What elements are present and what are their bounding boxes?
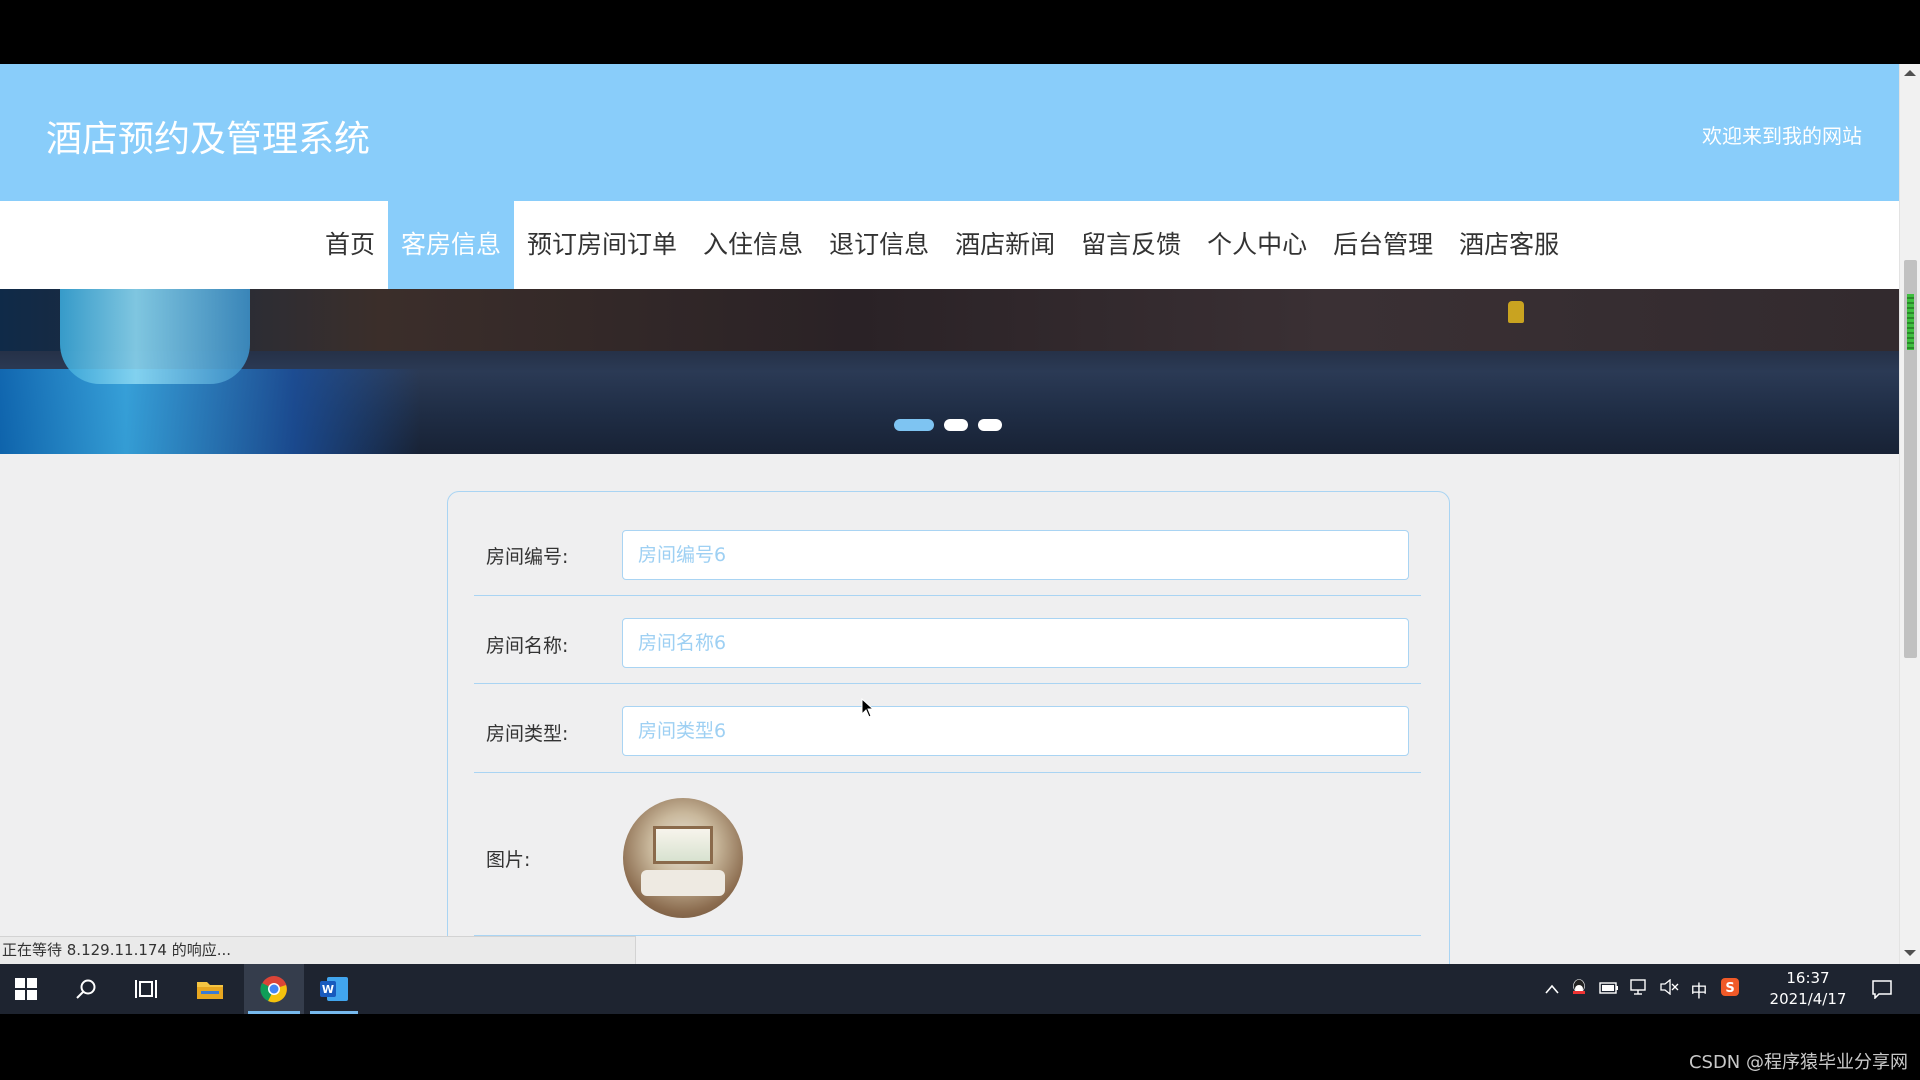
clock-date: 2021/4/17 — [1769, 990, 1847, 1008]
nav-item-feedback[interactable]: 留言反馈 — [1068, 201, 1194, 289]
scroll-marker — [1907, 294, 1914, 350]
watermark: CSDN @程序猿毕业分享网 — [1688, 1052, 1908, 1073]
nav-item-customer-service[interactable]: 酒店客服 — [1446, 201, 1572, 289]
carousel-dot-1[interactable] — [894, 419, 934, 431]
taskbar-clock[interactable]: 16:37 2021/4/17 — [1760, 968, 1856, 1010]
form-row-image: 图片: — [474, 773, 1421, 936]
nav-item-admin[interactable]: 后台管理 — [1320, 201, 1446, 289]
nav-item-home[interactable]: 首页 — [312, 201, 388, 289]
welcome-text: 欢迎来到我的网站 — [1702, 124, 1862, 148]
carousel-indicators — [894, 419, 1002, 431]
site-title: 酒店预约及管理系统 — [46, 119, 371, 160]
form-row-room-type: 房间类型: — [474, 684, 1421, 773]
banner-buoy — [1508, 301, 1524, 323]
mouse-cursor-icon — [861, 698, 875, 718]
room-number-input[interactable] — [622, 530, 1409, 580]
windows-start-icon[interactable] — [6, 964, 46, 1014]
nav-item-rooms[interactable]: 客房信息 — [388, 201, 515, 289]
chrome-icon[interactable] — [244, 964, 304, 1014]
room-detail-form: 房间编号: 房间名称: 房间类型: 图片: — [447, 491, 1450, 964]
browser-status-bar: 正在等待 8.129.11.174 的响应... — [0, 936, 636, 964]
room-type-input[interactable] — [622, 706, 1409, 756]
carousel-dot-3[interactable] — [978, 419, 1002, 431]
notification-center-icon[interactable] — [1862, 964, 1902, 1014]
browser-viewport: 酒店预约及管理系统 欢迎来到我的网站 首页 客房信息 预订房间订单 入住信息 退… — [0, 64, 1920, 964]
sogou-input-icon[interactable]: S — [1714, 977, 1746, 1002]
clock-time: 16:37 — [1786, 969, 1830, 987]
svg-text:S: S — [1725, 981, 1734, 996]
banner-riverbank — [0, 289, 1899, 351]
nav-item-booking-orders[interactable]: 预订房间订单 — [514, 201, 690, 289]
banner-carousel[interactable] — [0, 289, 1899, 454]
word-icon[interactable]: W — [306, 964, 362, 1014]
file-explorer-icon[interactable] — [186, 964, 234, 1014]
carousel-dot-2[interactable] — [944, 419, 968, 431]
room-type-label: 房间类型: — [486, 723, 569, 745]
form-row-room-name: 房间名称: — [474, 596, 1421, 684]
site-header: 酒店预约及管理系统 欢迎来到我的网站 — [0, 64, 1899, 201]
svg-text:W: W — [322, 983, 334, 996]
room-name-input[interactable] — [622, 618, 1409, 668]
nav-item-news[interactable]: 酒店新闻 — [942, 201, 1068, 289]
task-view-icon[interactable] — [126, 964, 166, 1014]
image-label: 图片: — [486, 849, 531, 871]
volume-muted-icon[interactable] — [1654, 978, 1684, 1000]
tray-expand-icon[interactable] — [1540, 979, 1564, 999]
screen: 酒店预约及管理系统 欢迎来到我的网站 首页 客房信息 预订房间订单 入住信息 退… — [0, 0, 1920, 1080]
system-tray: 中 S — [1540, 964, 1746, 1014]
network-icon[interactable] — [1624, 978, 1654, 1001]
form-row-room-number: 房间编号: — [474, 492, 1421, 596]
room-name-label: 房间名称: — [486, 635, 569, 657]
qq-icon[interactable] — [1564, 978, 1594, 1001]
room-number-label: 房间编号: — [486, 546, 569, 568]
nav-item-checkin[interactable]: 入住信息 — [690, 201, 816, 289]
scroll-down-arrow-icon[interactable] — [1904, 950, 1916, 956]
battery-icon[interactable] — [1594, 979, 1624, 999]
banner-bridge-pillar — [60, 289, 250, 384]
search-icon[interactable] — [66, 964, 106, 1014]
main-nav: 首页 客房信息 预订房间订单 入住信息 退订信息 酒店新闻 留言反馈 个人中心 … — [0, 201, 1899, 289]
nav-item-profile[interactable]: 个人中心 — [1194, 201, 1320, 289]
page-scrollbar[interactable] — [1899, 64, 1920, 964]
ime-indicator[interactable]: 中 — [1684, 977, 1714, 1002]
nav-item-cancellation[interactable]: 退订信息 — [816, 201, 942, 289]
windows-taskbar: W 中 S 16:37 2021/4/17 — [0, 964, 1920, 1014]
scroll-up-arrow-icon[interactable] — [1904, 70, 1916, 76]
room-photo — [623, 798, 743, 918]
